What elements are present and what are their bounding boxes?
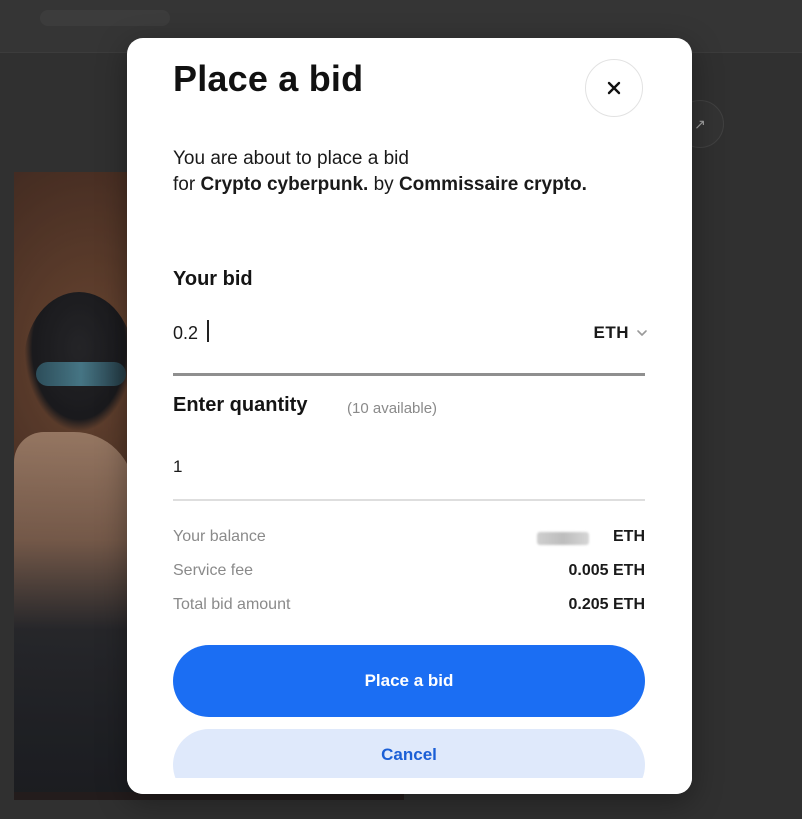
total-row: Total bid amount 0.205 ETH	[173, 596, 645, 618]
place-bid-button[interactable]: Place a bid	[173, 645, 645, 717]
currency-label: ETH	[593, 323, 629, 342]
creator-name: Commissaire crypto.	[398, 174, 587, 195]
bid-description: You are about to place a bid for Crypto …	[173, 146, 653, 198]
screen: ↗ Place a bid You are about to place a b…	[0, 0, 802, 819]
quantity-label: Enter quantity	[173, 394, 308, 416]
description-line-2: for Crypto cyberpunk. by Commissaire cry…	[173, 172, 653, 198]
description-line-1: You are about to place a bid	[173, 148, 409, 169]
item-name: Crypto cyberpunk.	[200, 174, 369, 195]
quantity-input-underline	[173, 499, 645, 501]
service-fee-value: 0.005 ETH	[568, 562, 645, 579]
balance-row: Your balance ETH	[173, 528, 645, 550]
balance-value: ETH	[613, 528, 645, 545]
modal-bottom-edge	[127, 778, 692, 794]
chevron-down-icon	[637, 330, 647, 336]
currency-select[interactable]: ETH	[578, 318, 648, 348]
balance-label: Your balance	[173, 528, 266, 545]
close-icon	[607, 81, 621, 95]
total-value: 0.205 ETH	[568, 596, 645, 613]
quantity-available: (10 available)	[347, 400, 438, 417]
bid-label: Your bid	[173, 268, 253, 290]
service-fee-row: Service fee 0.005 ETH	[173, 562, 645, 584]
modal-title: Place a bid	[173, 58, 364, 99]
description-for: for	[173, 174, 201, 195]
quantity-input[interactable]	[173, 452, 643, 482]
close-button[interactable]	[585, 59, 643, 117]
redacted-balance-amount	[537, 532, 589, 545]
place-bid-modal: Place a bid You are about to place a bid…	[127, 38, 692, 794]
service-fee-label: Service fee	[173, 562, 254, 579]
bid-input-underline	[173, 373, 645, 376]
place-bid-button-label: Place a bid	[364, 671, 454, 690]
bid-amount-input[interactable]	[173, 318, 473, 348]
text-cursor	[207, 320, 209, 342]
total-label: Total bid amount	[173, 596, 291, 613]
cancel-button-label: Cancel	[381, 745, 437, 764]
description-by: by	[368, 174, 399, 195]
